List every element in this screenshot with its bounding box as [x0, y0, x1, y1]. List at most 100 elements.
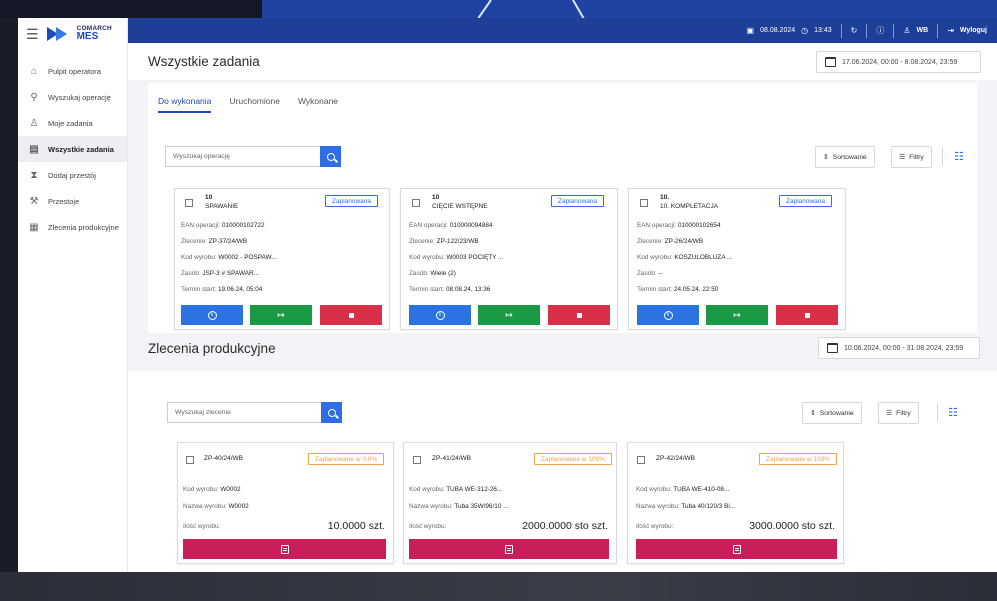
details-button[interactable] — [636, 539, 837, 559]
stop-button[interactable] — [320, 305, 382, 325]
tabs: Do wykonania Uruchomione Wykonane — [158, 96, 338, 113]
menu-icon[interactable]: ☰ — [26, 26, 39, 43]
product-field: Kod wyrobu: KOSZULOBLUZA ... — [637, 254, 733, 261]
tab-started[interactable]: Uruchomione — [229, 96, 280, 113]
calendar-icon — [825, 57, 836, 67]
document-icon — [280, 544, 289, 554]
quantity-value: 10.0000 szt. — [327, 520, 385, 532]
tab-to-do[interactable]: Do wykonania — [158, 96, 212, 113]
document-icon — [505, 544, 513, 554]
search-icon — [326, 152, 335, 161]
status-badge: Zaplanowane w 100% — [759, 453, 837, 465]
start-icon: ↦ — [505, 309, 513, 320]
select-checkbox[interactable] — [186, 456, 194, 464]
stop-icon — [348, 312, 354, 318]
filter-button[interactable]: ☰ Filtry — [878, 402, 919, 424]
filter-icon: ☰ — [886, 410, 893, 417]
product-code-field: Kod wyrobu: W0002 — [183, 486, 241, 493]
quantity-label: Ilość wyrobu: — [409, 523, 447, 530]
sort-icon: ⇕ — [823, 154, 829, 161]
info-icon: i — [663, 310, 673, 320]
sort-button[interactable]: ⇕ Sortowanie — [815, 146, 875, 168]
info-button[interactable]: i — [409, 305, 471, 325]
divider — [942, 148, 943, 166]
info-button[interactable]: i — [181, 305, 243, 325]
stop-icon — [576, 312, 582, 318]
sidebar-item-pulpit[interactable]: ⌂ Pulpit operatora — [18, 58, 127, 84]
backdrop-bottom — [0, 572, 997, 601]
topbar: ▣ 08.08.2024 ◷ 13:43 ↻ ⓘ ♙ WB ⇥ Wyloguj — [128, 18, 997, 43]
search-icon — [327, 408, 336, 417]
logout-button[interactable]: Wyloguj — [960, 27, 987, 34]
date-range-button[interactable]: 10.06.2024, 00:00 - 31.08.2024, 23:59 — [818, 337, 980, 359]
sidebar-item-my-tasks[interactable]: ♙ Moje zadania — [18, 110, 127, 136]
filter-icon: ☰ — [899, 154, 906, 161]
sidebar-item-all-tasks[interactable]: ▤ Wszystkie zadania — [18, 136, 127, 162]
details-button[interactable] — [183, 539, 386, 559]
logout-icon[interactable]: ⇥ — [947, 26, 954, 35]
sidebar-item-label: Moje zadania — [48, 118, 93, 128]
select-checkbox[interactable] — [412, 199, 420, 207]
document-icon — [732, 544, 741, 554]
search-button[interactable] — [320, 146, 341, 167]
select-checkbox[interactable] — [413, 456, 421, 464]
date-range-button[interactable]: 17.06.2024, 00:00 - 8.08.2024, 23:59 — [816, 51, 981, 73]
calendar-icon — [827, 343, 838, 353]
status-badge: Zaplanowane w 100% — [534, 453, 612, 465]
refresh-icon[interactable]: ↻ — [851, 26, 858, 35]
task-card[interactable]: 10 SPAWANIE Zaplanowana EAN operacji: 01… — [174, 188, 390, 330]
select-checkbox[interactable] — [185, 199, 193, 207]
order-number: ZP-40/24/WB — [204, 455, 244, 462]
search-input[interactable]: Wyszukaj operację — [165, 146, 320, 167]
sidebar-item-production-orders[interactable]: ▦ Zlecenia produkcyjne — [18, 214, 127, 240]
home-icon: ⌂ — [30, 65, 38, 77]
filter-button[interactable]: ☰ Filtry — [891, 146, 932, 168]
filter-label: Filtry — [896, 409, 911, 417]
start-button[interactable]: ↦ — [250, 305, 312, 325]
select-checkbox[interactable] — [637, 456, 645, 464]
list-view-icon[interactable]: ☷ — [952, 150, 966, 164]
order-card[interactable]: ZP-41/24/WB Zaplanowane w 100% Kod wyrob… — [403, 442, 617, 564]
sidebar-item-downtimes[interactable]: ⚒ Przestoje — [18, 188, 127, 214]
page-title: Wszystkie zadania — [148, 54, 260, 69]
select-checkbox[interactable] — [640, 199, 648, 207]
sidebar-item-add-downtime[interactable]: ⧗ Dodaj przestój — [18, 162, 127, 188]
divider — [893, 23, 895, 38]
backdrop-blue — [262, 0, 997, 18]
stop-button[interactable] — [776, 305, 838, 325]
user-initials[interactable]: WB — [917, 27, 929, 34]
start-button[interactable]: ↦ — [478, 305, 540, 325]
app-window: ☰ COMARCH MES ⌂ Pulpit operatora ⚲ Wyszu… — [18, 18, 997, 572]
status-badge: Zaplanowana — [325, 195, 379, 207]
sidebar-item-label: Pulpit operatora — [48, 66, 101, 76]
stop-button[interactable] — [548, 305, 610, 325]
user-icon: ♙ — [29, 117, 39, 129]
product-name-field: Nazwa wyrobu: Tuba 40/120/3 Bi... — [636, 503, 736, 510]
help-icon[interactable]: ⓘ — [876, 25, 884, 36]
order-card[interactable]: ZP-40/24/WB Zaplanowane w 0.0% Kod wyrob… — [177, 442, 394, 564]
info-icon: i — [435, 310, 445, 320]
start-field: Termin start: 24.05.24, 22:50 — [637, 286, 719, 293]
sort-button[interactable]: ⇕ Sortowanie — [802, 402, 862, 424]
tab-done[interactable]: Wykonane — [298, 96, 338, 113]
topbar-time: 13:43 — [814, 27, 832, 34]
search-input[interactable]: Wyszukaj zlecenie — [167, 402, 321, 423]
resource-field: Zasób: Wiele (2) — [409, 270, 456, 277]
task-card[interactable]: 10. 10. KOMPLETACJA Zaplanowana EAN oper… — [628, 188, 846, 330]
ean-field: EAN operacji: 010000094884 — [409, 222, 493, 229]
info-icon: i — [207, 310, 217, 320]
start-button[interactable]: ↦ — [706, 305, 768, 325]
sort-icon: ⇕ — [810, 410, 816, 417]
search-button[interactable] — [321, 402, 342, 423]
date-range-label: 17.06.2024, 00:00 - 8.08.2024, 23:59 — [842, 58, 958, 66]
sidebar-item-search[interactable]: ⚲ Wyszukaj operację — [18, 84, 127, 110]
operation-name: CIĘCIE WSTĘPNE — [432, 203, 488, 210]
task-card[interactable]: 10 CIĘCIE WSTĘPNE Zaplanowana EAN operac… — [400, 188, 618, 330]
sidebar-item-label: Dodaj przestój — [48, 170, 96, 180]
info-button[interactable]: i — [637, 305, 699, 325]
order-card[interactable]: ZP-42/24/WB Zaplanowane w 100% Kod wyrob… — [627, 442, 844, 564]
list-view-icon[interactable]: ☷ — [946, 406, 960, 420]
details-button[interactable] — [409, 539, 609, 559]
product-field: Kod wyrobu: W0003 POCIĘTY ... — [409, 254, 504, 261]
clock-icon: ◷ — [801, 26, 809, 35]
